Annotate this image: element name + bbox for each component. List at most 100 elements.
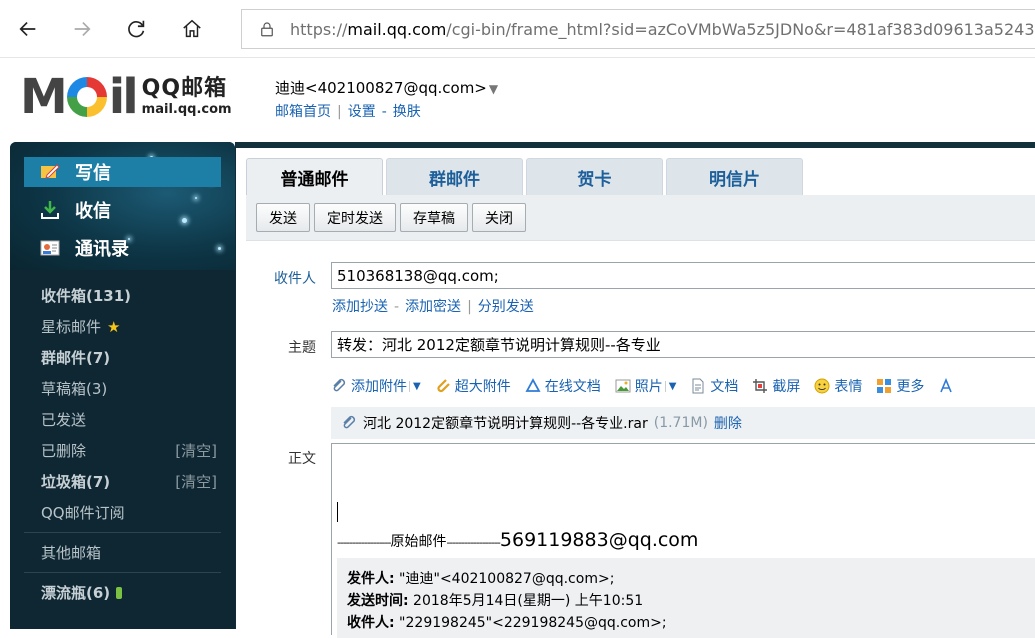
empty-spam-link[interactable]: [清空] <box>175 471 217 492</box>
online-doc-button[interactable]: 在线文档 <box>525 376 601 396</box>
chevron-down-icon[interactable]: ▼ <box>489 82 498 96</box>
user-account[interactable]: 迪迪<402100827@qq.com> ▼ <box>275 77 498 98</box>
logo-o-icon <box>66 77 107 117</box>
body-label: 正文 <box>288 451 316 467</box>
contacts-button[interactable]: 通讯录 <box>24 233 221 263</box>
receive-mail-button[interactable]: 收信 <box>24 195 221 225</box>
close-button[interactable]: 关闭 <box>472 203 526 232</box>
back-button[interactable] <box>13 14 43 44</box>
attachment-size: (1.71M) <box>653 415 708 431</box>
scheduled-send-button[interactable]: 定时发送 <box>314 203 396 232</box>
compose-button[interactable]: 写信 <box>24 157 221 187</box>
attached-file: 河北 2012定额章节说明计算规则--各专业.rar (1.71M) 删除 <box>331 407 1035 439</box>
refresh-button[interactable] <box>122 14 152 44</box>
quote-from: 发件人: "迪迪"<402100827@qq.com>; <box>347 571 615 587</box>
sidebar: 写信 收信 通讯录 收件箱(131) 星标邮件 ★ 群邮件(7) 草稿箱(3) 已… <box>10 142 235 629</box>
home-button[interactable] <box>177 14 207 44</box>
font-format-icon <box>938 378 954 394</box>
compose-toolbar: 发送 定时发送 存草稿 关闭 <box>246 195 1035 241</box>
screenshot-icon <box>752 378 768 394</box>
home-icon <box>183 19 201 38</box>
folder-group-mail[interactable]: 群邮件(7) <box>10 342 235 373</box>
empty-deleted-link[interactable]: [清空] <box>175 440 217 461</box>
divider <box>24 532 221 533</box>
original-extra: 569119883@qq.com <box>499 529 699 551</box>
folder-spam[interactable]: 垃圾箱(7) [清空] <box>10 466 235 497</box>
url-text: https://mail.qq.com/cgi-bin/frame_html?s… <box>290 19 1035 39</box>
inbox-download-icon <box>39 199 61 221</box>
tab-group-mail[interactable]: 群邮件 <box>386 158 523 195</box>
browser-toolbar: https://mail.qq.com/cgi-bin/frame_html?s… <box>0 0 1035 58</box>
add-attachment-button[interactable]: 添加附件 ▼ <box>331 376 421 396</box>
logo-domain: mail.qq.com <box>141 102 232 117</box>
contacts-icon <box>39 237 61 259</box>
folder-sent[interactable]: 已发送 <box>10 404 235 435</box>
divider <box>24 572 221 573</box>
folder-subscriptions[interactable]: QQ邮件订阅 <box>10 497 235 528</box>
screenshot-button[interactable]: 截屏 <box>752 376 800 396</box>
star-icon: ★ <box>107 317 121 336</box>
folder-deleted[interactable]: 已删除 [清空] <box>10 435 235 466</box>
back-arrow-icon <box>19 21 36 37</box>
qqmail-logo[interactable]: M il QQ邮箱 mail.qq.com <box>20 69 232 125</box>
more-apps-icon <box>876 378 892 394</box>
address-bar[interactable]: https://mail.qq.com/cgi-bin/frame_html?s… <box>241 9 1035 49</box>
folder-starred[interactable]: 星标邮件 ★ <box>10 311 235 342</box>
compose-tabs: 普通邮件 群邮件 贺卡 明信片 <box>246 158 806 195</box>
document-button[interactable]: 文档 <box>690 376 738 396</box>
lock-icon <box>261 22 273 37</box>
attachment-name[interactable]: 河北 2012定额章节说明计算规则--各专业.rar <box>363 413 648 433</box>
add-cc-link[interactable]: 添加抄送 <box>332 299 388 315</box>
mailbox-home-link[interactable]: 邮箱首页 <box>275 104 331 120</box>
forward-button[interactable] <box>67 14 97 44</box>
recipient-options: 添加抄送 - 添加密送 | 分别发送 <box>332 299 534 315</box>
tab-normal-mail[interactable]: 普通邮件 <box>246 158 383 195</box>
header-links: 邮箱首页 | 设置 - 换肤 <box>275 104 421 120</box>
send-button[interactable]: 发送 <box>256 203 310 232</box>
compose-icon <box>39 161 61 183</box>
paperclip-icon <box>331 378 347 394</box>
logo-m: M <box>20 69 68 125</box>
chevron-down-icon[interactable]: ▼ <box>409 380 421 392</box>
subject-field[interactable]: 转发：河北 2012定额章节说明计算规则--各专业 <box>331 331 1035 358</box>
save-draft-button[interactable]: 存草稿 <box>400 203 468 232</box>
mail-header: M il QQ邮箱 mail.qq.com 迪迪<402100827@qq.co… <box>0 58 1035 142</box>
more-button[interactable]: 更多 <box>876 376 924 396</box>
to-field[interactable]: 510368138@qq.com; <box>331 262 1035 289</box>
sidebar-banner: 写信 收信 通讯录 <box>10 142 235 270</box>
document-icon <box>690 378 706 394</box>
paperclip-icon <box>343 415 356 429</box>
folder-drafts[interactable]: 草稿箱(3) <box>10 373 235 404</box>
quoted-header: 发件人: "迪迪"<402100827@qq.com>; 发送时间: 2018年… <box>337 558 1035 638</box>
settings-link[interactable]: 设置 <box>348 104 376 120</box>
compose-panel: 普通邮件 群邮件 贺卡 明信片 发送 定时发送 存草稿 关闭 收件人 51036… <box>235 142 1035 638</box>
send-separately-link[interactable]: 分别发送 <box>478 299 534 315</box>
folder-inbox[interactable]: 收件箱(131) <box>10 280 235 311</box>
other-mailbox[interactable]: 其他邮箱 <box>10 537 235 568</box>
delete-attachment-link[interactable]: 删除 <box>714 413 742 433</box>
logo-il: il <box>108 69 139 125</box>
folder-list: 收件箱(131) 星标邮件 ★ 群邮件(7) 草稿箱(3) 已发送 已删除 [清空]… <box>10 280 235 608</box>
tab-greeting-card[interactable]: 贺卡 <box>526 158 663 195</box>
change-skin-link[interactable]: 换肤 <box>393 104 421 120</box>
quote-time: 发送时间: 2018年5月14日(星期一) 上午10:51 <box>347 593 644 609</box>
large-attachment-button[interactable]: 超大附件 <box>435 376 511 396</box>
subject-label: 主题 <box>288 340 316 356</box>
chevron-down-icon[interactable]: ▼ <box>664 380 676 392</box>
bottle-icon <box>116 586 123 599</box>
body-editor[interactable]: ------------------ 原始邮件 ----------------… <box>331 443 1035 638</box>
large-attachment-icon <box>435 378 451 394</box>
forward-arrow-icon <box>74 21 91 37</box>
quote-to: 收件人: "229198245"<229198245@qq.com>; <box>347 615 667 631</box>
emoji-icon <box>814 378 830 394</box>
font-format-button[interactable] <box>938 378 958 394</box>
text-cursor <box>337 502 338 522</box>
emoji-button[interactable]: 表情 <box>814 376 862 396</box>
photo-button[interactable]: 照片 ▼ <box>615 376 676 396</box>
original-mail-separator: ------------------ 原始邮件 ----------------… <box>337 529 699 551</box>
to-label[interactable]: 收件人 <box>274 268 316 288</box>
drift-bottle[interactable]: 漂流瓶(6) <box>10 577 235 608</box>
tab-postcard[interactable]: 明信片 <box>666 158 803 195</box>
refresh-icon <box>128 20 145 38</box>
add-bcc-link[interactable]: 添加密送 <box>405 299 461 315</box>
